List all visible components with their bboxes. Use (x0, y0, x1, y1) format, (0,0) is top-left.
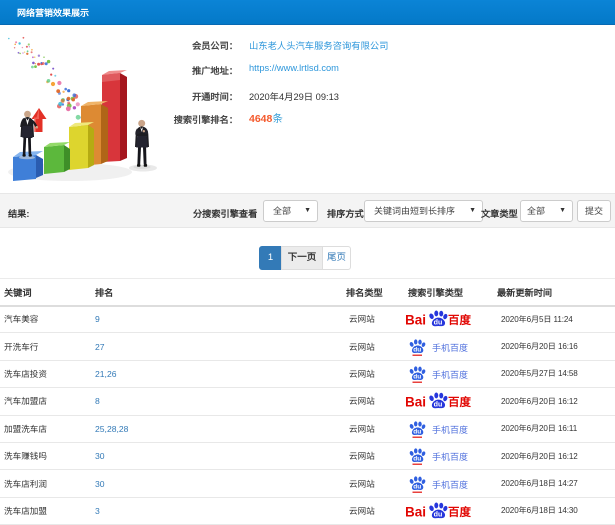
svg-text:du: du (413, 346, 421, 353)
svg-text:du: du (434, 319, 443, 327)
svg-text:du: du (413, 483, 421, 490)
svg-text:手机百度: 手机百度 (432, 450, 468, 463)
svg-text:手机百度: 手机百度 (432, 341, 468, 354)
svg-text:du: du (434, 510, 443, 518)
svg-text:du: du (413, 456, 421, 463)
svg-text:du: du (413, 374, 421, 381)
svg-text:Bai: Bai (406, 313, 426, 328)
svg-text:百度: 百度 (448, 394, 471, 410)
svg-text:Bai: Bai (406, 395, 426, 410)
svg-text:手机百度: 手机百度 (432, 478, 468, 491)
svg-text:du: du (434, 401, 443, 409)
svg-text:Bai: Bai (406, 504, 426, 519)
svg-text:手机百度: 手机百度 (432, 423, 468, 436)
svg-text:百度: 百度 (448, 312, 471, 328)
svg-text:du: du (413, 428, 421, 435)
svg-text:手机百度: 手机百度 (432, 368, 468, 381)
svg-text:百度: 百度 (448, 504, 471, 520)
